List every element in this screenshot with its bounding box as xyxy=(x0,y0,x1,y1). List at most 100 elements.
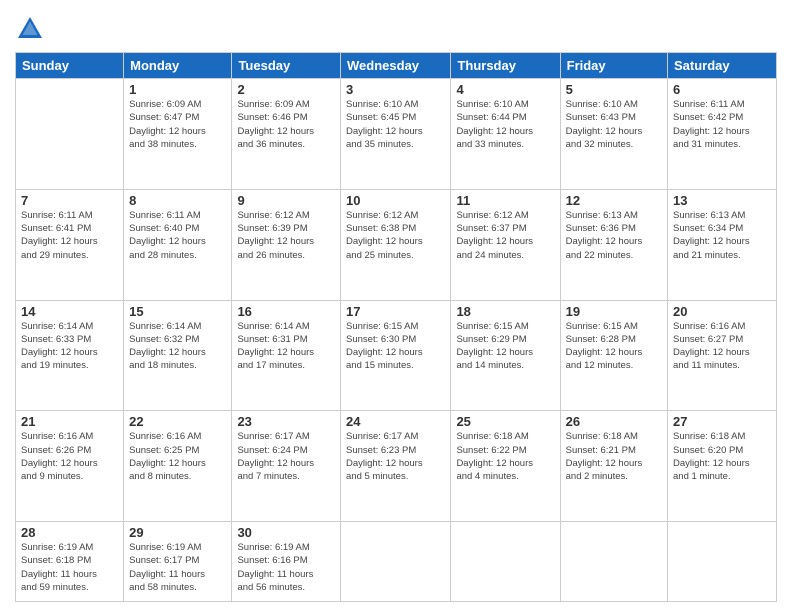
day-detail: Sunrise: 6:09 AM Sunset: 6:47 PM Dayligh… xyxy=(129,98,226,151)
calendar-week-row: 28Sunrise: 6:19 AM Sunset: 6:18 PM Dayli… xyxy=(16,522,777,602)
day-number: 11 xyxy=(456,193,554,208)
calendar-day-cell: 13Sunrise: 6:13 AM Sunset: 6:34 PM Dayli… xyxy=(668,189,777,300)
day-detail: Sunrise: 6:10 AM Sunset: 6:43 PM Dayligh… xyxy=(566,98,662,151)
logo-icon xyxy=(15,14,45,44)
day-number: 4 xyxy=(456,82,554,97)
day-number: 14 xyxy=(21,304,118,319)
weekday-header: Tuesday xyxy=(232,53,341,79)
calendar-week-row: 21Sunrise: 6:16 AM Sunset: 6:26 PM Dayli… xyxy=(16,411,777,522)
calendar-day-cell: 5Sunrise: 6:10 AM Sunset: 6:43 PM Daylig… xyxy=(560,79,667,190)
day-number: 5 xyxy=(566,82,662,97)
calendar-day-cell: 11Sunrise: 6:12 AM Sunset: 6:37 PM Dayli… xyxy=(451,189,560,300)
calendar-day-cell: 2Sunrise: 6:09 AM Sunset: 6:46 PM Daylig… xyxy=(232,79,341,190)
calendar-day-cell: 16Sunrise: 6:14 AM Sunset: 6:31 PM Dayli… xyxy=(232,300,341,411)
day-detail: Sunrise: 6:11 AM Sunset: 6:42 PM Dayligh… xyxy=(673,98,771,151)
calendar-day-cell: 6Sunrise: 6:11 AM Sunset: 6:42 PM Daylig… xyxy=(668,79,777,190)
day-number: 16 xyxy=(237,304,335,319)
day-detail: Sunrise: 6:11 AM Sunset: 6:40 PM Dayligh… xyxy=(129,209,226,262)
calendar-day-cell: 25Sunrise: 6:18 AM Sunset: 6:22 PM Dayli… xyxy=(451,411,560,522)
day-detail: Sunrise: 6:14 AM Sunset: 6:31 PM Dayligh… xyxy=(237,320,335,373)
calendar-day-cell: 21Sunrise: 6:16 AM Sunset: 6:26 PM Dayli… xyxy=(16,411,124,522)
page: SundayMondayTuesdayWednesdayThursdayFrid… xyxy=(0,0,792,612)
day-number: 1 xyxy=(129,82,226,97)
day-detail: Sunrise: 6:14 AM Sunset: 6:32 PM Dayligh… xyxy=(129,320,226,373)
day-detail: Sunrise: 6:16 AM Sunset: 6:27 PM Dayligh… xyxy=(673,320,771,373)
day-detail: Sunrise: 6:18 AM Sunset: 6:21 PM Dayligh… xyxy=(566,430,662,483)
calendar-day-cell: 12Sunrise: 6:13 AM Sunset: 6:36 PM Dayli… xyxy=(560,189,667,300)
calendar-day-cell: 7Sunrise: 6:11 AM Sunset: 6:41 PM Daylig… xyxy=(16,189,124,300)
day-detail: Sunrise: 6:18 AM Sunset: 6:20 PM Dayligh… xyxy=(673,430,771,483)
day-detail: Sunrise: 6:13 AM Sunset: 6:34 PM Dayligh… xyxy=(673,209,771,262)
calendar-day-cell: 23Sunrise: 6:17 AM Sunset: 6:24 PM Dayli… xyxy=(232,411,341,522)
calendar-day-cell: 28Sunrise: 6:19 AM Sunset: 6:18 PM Dayli… xyxy=(16,522,124,602)
day-number: 26 xyxy=(566,414,662,429)
calendar-day-cell: 22Sunrise: 6:16 AM Sunset: 6:25 PM Dayli… xyxy=(124,411,232,522)
day-number: 24 xyxy=(346,414,445,429)
calendar-day-cell: 20Sunrise: 6:16 AM Sunset: 6:27 PM Dayli… xyxy=(668,300,777,411)
weekday-header: Wednesday xyxy=(341,53,451,79)
calendar-day-cell: 17Sunrise: 6:15 AM Sunset: 6:30 PM Dayli… xyxy=(341,300,451,411)
weekday-header: Sunday xyxy=(16,53,124,79)
day-detail: Sunrise: 6:10 AM Sunset: 6:45 PM Dayligh… xyxy=(346,98,445,151)
calendar-day-cell: 3Sunrise: 6:10 AM Sunset: 6:45 PM Daylig… xyxy=(341,79,451,190)
calendar-day-cell xyxy=(341,522,451,602)
weekday-header: Friday xyxy=(560,53,667,79)
day-detail: Sunrise: 6:19 AM Sunset: 6:18 PM Dayligh… xyxy=(21,541,118,594)
day-number: 15 xyxy=(129,304,226,319)
day-number: 17 xyxy=(346,304,445,319)
day-number: 27 xyxy=(673,414,771,429)
day-number: 22 xyxy=(129,414,226,429)
calendar-day-cell: 4Sunrise: 6:10 AM Sunset: 6:44 PM Daylig… xyxy=(451,79,560,190)
calendar-day-cell: 27Sunrise: 6:18 AM Sunset: 6:20 PM Dayli… xyxy=(668,411,777,522)
day-number: 29 xyxy=(129,525,226,540)
day-number: 2 xyxy=(237,82,335,97)
day-number: 30 xyxy=(237,525,335,540)
calendar-day-cell: 8Sunrise: 6:11 AM Sunset: 6:40 PM Daylig… xyxy=(124,189,232,300)
day-detail: Sunrise: 6:12 AM Sunset: 6:38 PM Dayligh… xyxy=(346,209,445,262)
day-detail: Sunrise: 6:15 AM Sunset: 6:29 PM Dayligh… xyxy=(456,320,554,373)
calendar-day-cell: 19Sunrise: 6:15 AM Sunset: 6:28 PM Dayli… xyxy=(560,300,667,411)
day-detail: Sunrise: 6:16 AM Sunset: 6:25 PM Dayligh… xyxy=(129,430,226,483)
day-number: 6 xyxy=(673,82,771,97)
calendar-week-row: 14Sunrise: 6:14 AM Sunset: 6:33 PM Dayli… xyxy=(16,300,777,411)
calendar-day-cell: 10Sunrise: 6:12 AM Sunset: 6:38 PM Dayli… xyxy=(341,189,451,300)
day-detail: Sunrise: 6:17 AM Sunset: 6:23 PM Dayligh… xyxy=(346,430,445,483)
day-detail: Sunrise: 6:09 AM Sunset: 6:46 PM Dayligh… xyxy=(237,98,335,151)
header xyxy=(15,10,777,44)
calendar-day-cell: 24Sunrise: 6:17 AM Sunset: 6:23 PM Dayli… xyxy=(341,411,451,522)
day-detail: Sunrise: 6:17 AM Sunset: 6:24 PM Dayligh… xyxy=(237,430,335,483)
day-detail: Sunrise: 6:13 AM Sunset: 6:36 PM Dayligh… xyxy=(566,209,662,262)
calendar-week-row: 1Sunrise: 6:09 AM Sunset: 6:47 PM Daylig… xyxy=(16,79,777,190)
day-number: 12 xyxy=(566,193,662,208)
day-number: 3 xyxy=(346,82,445,97)
calendar-day-cell xyxy=(668,522,777,602)
calendar-header-row: SundayMondayTuesdayWednesdayThursdayFrid… xyxy=(16,53,777,79)
calendar-day-cell: 26Sunrise: 6:18 AM Sunset: 6:21 PM Dayli… xyxy=(560,411,667,522)
logo xyxy=(15,14,49,44)
day-detail: Sunrise: 6:10 AM Sunset: 6:44 PM Dayligh… xyxy=(456,98,554,151)
calendar-day-cell: 14Sunrise: 6:14 AM Sunset: 6:33 PM Dayli… xyxy=(16,300,124,411)
day-detail: Sunrise: 6:14 AM Sunset: 6:33 PM Dayligh… xyxy=(21,320,118,373)
weekday-header: Monday xyxy=(124,53,232,79)
calendar-day-cell xyxy=(451,522,560,602)
day-number: 20 xyxy=(673,304,771,319)
day-number: 19 xyxy=(566,304,662,319)
day-detail: Sunrise: 6:12 AM Sunset: 6:37 PM Dayligh… xyxy=(456,209,554,262)
day-detail: Sunrise: 6:18 AM Sunset: 6:22 PM Dayligh… xyxy=(456,430,554,483)
day-number: 18 xyxy=(456,304,554,319)
day-detail: Sunrise: 6:12 AM Sunset: 6:39 PM Dayligh… xyxy=(237,209,335,262)
day-number: 7 xyxy=(21,193,118,208)
day-detail: Sunrise: 6:19 AM Sunset: 6:16 PM Dayligh… xyxy=(237,541,335,594)
day-detail: Sunrise: 6:11 AM Sunset: 6:41 PM Dayligh… xyxy=(21,209,118,262)
calendar-day-cell xyxy=(16,79,124,190)
weekday-header: Saturday xyxy=(668,53,777,79)
day-number: 25 xyxy=(456,414,554,429)
calendar: SundayMondayTuesdayWednesdayThursdayFrid… xyxy=(15,52,777,602)
calendar-day-cell: 15Sunrise: 6:14 AM Sunset: 6:32 PM Dayli… xyxy=(124,300,232,411)
day-number: 21 xyxy=(21,414,118,429)
day-number: 9 xyxy=(237,193,335,208)
calendar-day-cell: 29Sunrise: 6:19 AM Sunset: 6:17 PM Dayli… xyxy=(124,522,232,602)
day-detail: Sunrise: 6:19 AM Sunset: 6:17 PM Dayligh… xyxy=(129,541,226,594)
day-detail: Sunrise: 6:16 AM Sunset: 6:26 PM Dayligh… xyxy=(21,430,118,483)
calendar-day-cell: 30Sunrise: 6:19 AM Sunset: 6:16 PM Dayli… xyxy=(232,522,341,602)
